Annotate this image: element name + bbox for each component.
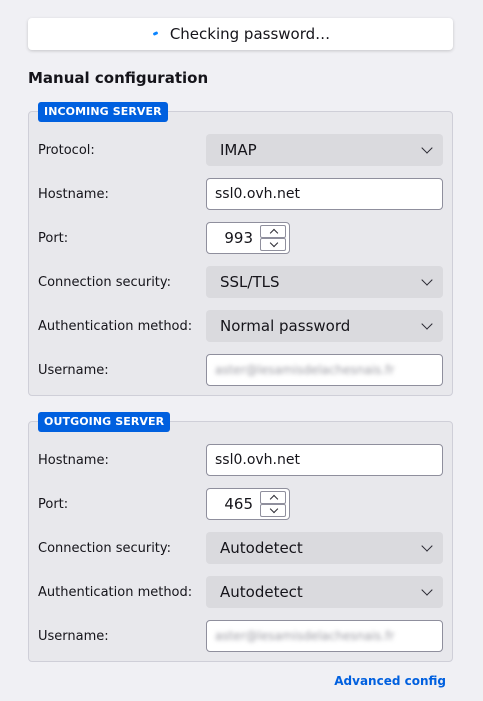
outgoing-auth-label: Authentication method: xyxy=(38,585,193,600)
incoming-port-input[interactable]: 993 xyxy=(206,222,290,254)
outgoing-server-legend: OUTGOING SERVER xyxy=(38,412,171,432)
outgoing-port-value: 465 xyxy=(224,495,253,513)
outgoing-security-label: Connection security: xyxy=(38,541,172,556)
outgoing-username-value: aster@lesamisdelachesnais.fr xyxy=(215,629,395,643)
incoming-username-value: aster@lesamisdelachesnais.fr xyxy=(215,363,395,377)
outgoing-port-label: Port: xyxy=(38,497,69,512)
outgoing-auth-value: Autodetect xyxy=(220,583,303,601)
outgoing-hostname-label: Hostname: xyxy=(38,453,109,468)
port-decrement-button[interactable] xyxy=(260,504,286,517)
advanced-config-link[interactable]: Advanced config xyxy=(334,674,446,688)
incoming-hostname-input[interactable]: ssl0.ovh.net xyxy=(206,178,443,210)
port-increment-button[interactable] xyxy=(260,491,286,504)
outgoing-security-value: Autodetect xyxy=(220,539,303,557)
status-text: Checking password… xyxy=(169,25,331,43)
incoming-auth-label: Authentication method: xyxy=(38,319,193,334)
port-increment-button[interactable] xyxy=(260,225,286,238)
incoming-security-label: Connection security: xyxy=(38,275,172,290)
status-bar: Checking password… xyxy=(28,18,453,50)
chevron-down-icon xyxy=(421,584,433,596)
chevron-down-icon xyxy=(421,318,433,330)
incoming-protocol-label: Protocol: xyxy=(38,143,95,158)
incoming-auth-select[interactable]: Normal password xyxy=(206,310,443,342)
incoming-hostname-label: Hostname: xyxy=(38,187,109,202)
incoming-security-value: SSL/TLS xyxy=(220,273,280,291)
incoming-port-label: Port: xyxy=(38,231,69,246)
chevron-down-icon xyxy=(421,142,433,154)
outgoing-username-label: Username: xyxy=(38,629,109,644)
incoming-protocol-select[interactable]: IMAP xyxy=(206,134,443,166)
incoming-username-input[interactable]: aster@lesamisdelachesnais.fr xyxy=(206,354,443,386)
incoming-username-label: Username: xyxy=(38,363,109,378)
spinner-icon xyxy=(151,29,161,39)
incoming-server-legend: INCOMING SERVER xyxy=(38,102,168,122)
incoming-protocol-value: IMAP xyxy=(220,141,257,159)
section-title: Manual configuration xyxy=(28,69,209,87)
incoming-auth-value: Normal password xyxy=(220,317,351,335)
outgoing-hostname-input[interactable]: ssl0.ovh.net xyxy=(206,444,443,476)
outgoing-username-input[interactable]: aster@lesamisdelachesnais.fr xyxy=(206,620,443,652)
outgoing-security-select[interactable]: Autodetect xyxy=(206,532,443,564)
incoming-security-select[interactable]: SSL/TLS xyxy=(206,266,443,298)
chevron-down-icon xyxy=(421,274,433,286)
port-decrement-button[interactable] xyxy=(260,238,286,251)
incoming-port-value: 993 xyxy=(224,229,253,247)
outgoing-port-input[interactable]: 465 xyxy=(206,488,290,520)
chevron-down-icon xyxy=(421,540,433,552)
outgoing-auth-select[interactable]: Autodetect xyxy=(206,576,443,608)
